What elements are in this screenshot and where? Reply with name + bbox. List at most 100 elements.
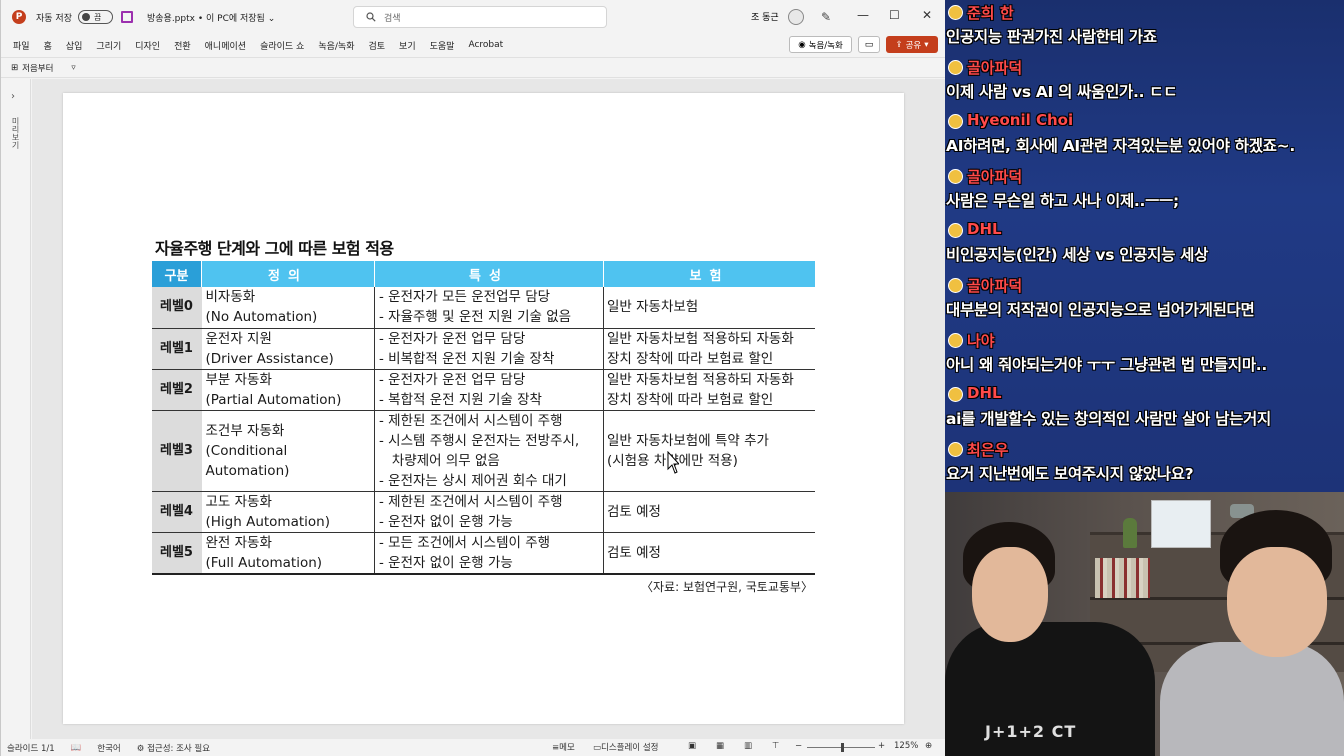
chat-username: DHL [967, 384, 1002, 403]
definition-line: (Driver Assistance) [205, 350, 334, 367]
insurance-line: 일반 자동차보험에 특약 추가 [607, 432, 769, 449]
slide-title[interactable]: 자율주행 단계와 그에 따른 보험 적용 [155, 235, 394, 259]
expand-pane-button[interactable]: › [11, 91, 15, 102]
insurance-cell: 검토 예정 [603, 491, 815, 533]
level-cell: 레벨2 [151, 369, 202, 411]
accessibility-label: 접근성: 조사 필요 [147, 743, 211, 754]
insurance-line: 장치 장착에 따라 보험료 할인 [607, 391, 774, 408]
menu-item[interactable]: 그리기 [89, 39, 128, 52]
chat-text: AI하려면, 회사에 AI관련 자격있는분 있어야 하겠죠~. [946, 137, 1295, 156]
webcam-feed: J+1+2 CT [945, 492, 1344, 756]
books [1095, 558, 1150, 598]
file-name[interactable]: 방송용.pptx • 이 PC에 저장됨 ⌄ [147, 11, 275, 24]
insurance-line: 일반 자동차보험 [607, 299, 699, 316]
slideshow-view-icon[interactable]: ⊤ [772, 741, 779, 751]
autosave-state: 끔 [93, 12, 102, 22]
header-definition: 정의 [201, 261, 375, 287]
pen-icon[interactable]: ✎ [821, 10, 831, 24]
menu-item[interactable]: 전환 [167, 39, 198, 52]
features-cell: - 운전자가 모든 운전업무 담당 - 자율주행 및 운전 지원 기술 없음 [374, 287, 604, 329]
features-cell: - 모든 조건에서 시스템이 주행 - 운전자 없이 운행 가능 [374, 532, 604, 575]
definition-line: (Full Automation) [205, 554, 323, 571]
screen: P 자동 저장 끔 방송용.pptx • 이 PC에 저장됨 ⌄ 검색 조 동근… [0, 0, 1344, 756]
accessibility-icon: ⚙ [136, 743, 145, 754]
chat-username: 준희 한 [967, 4, 1014, 22]
header-category: 구분 [151, 261, 202, 287]
menu-item[interactable]: 녹음/녹화 [311, 39, 361, 52]
chat-text: 아니 왜 줘야되는거야 ㅜㅜ 그냥관련 법 만들지마.. [946, 355, 1267, 374]
definition-cell: 부분 자동화 (Partial Automation) [201, 369, 375, 411]
display-settings-button[interactable]: ▭디스플레이 설정 [593, 741, 658, 753]
insurance-line: 검토 예정 [607, 544, 661, 561]
menu-item[interactable]: 도움말 [423, 39, 462, 52]
insurance-cell: 검토 예정 [603, 532, 815, 575]
save-icon[interactable] [120, 11, 133, 23]
record-button[interactable]: ◉ 녹음/녹화 [789, 36, 852, 53]
user-badge-icon [948, 59, 963, 75]
source-caption: 〈자료: 보험연구원, 국토교통부〉 [641, 580, 813, 594]
level-cell: 레벨4 [151, 491, 202, 533]
menu-item[interactable]: 파일 [1, 39, 37, 52]
insurance-cell: 일반 자동차보험에 특약 추가 (시험용 차량에만 적용) [603, 410, 815, 492]
language[interactable]: 한국어 [97, 742, 120, 754]
normal-view-icon[interactable]: ▣ [688, 741, 696, 751]
definition-line: 부분 자동화 [205, 371, 272, 388]
minimize-button[interactable]: — [857, 8, 869, 22]
user-badge-icon [948, 168, 963, 184]
insurance-cell: 일반 자동차보험 적용하되 자동화 장치 장착에 따라 보험료 할인 [603, 369, 815, 411]
menu-item[interactable]: 보기 [392, 39, 423, 52]
chat-username: Hyeonil Choi [967, 111, 1074, 130]
table-row: 레벨2 부분 자동화 (Partial Automation) - 운전자가 운전 업… [151, 369, 815, 411]
display-label: 디스플레이 설정 [601, 743, 659, 753]
zoom-slider-handle[interactable] [841, 743, 844, 752]
chat-message: 골아파덕 대부분의 저작권이 인공지능으로 넘어가게된다면 [945, 275, 1344, 329]
zoom-out-icon[interactable]: − [795, 741, 802, 751]
close-button[interactable]: ✕ [922, 8, 932, 22]
menu-item[interactable]: 디자인 [128, 39, 167, 52]
feature-line: - 제한된 조건에서 시스템이 주행 [379, 412, 563, 429]
definition-cell: 조건부 자동화 (Conditional Automation) [201, 410, 375, 492]
definition-cell: 고도 자동화 (High Automation) [201, 491, 375, 533]
insurance-line: (시험용 차량에만 적용) [607, 452, 738, 469]
comment-button[interactable]: ▭ [858, 36, 880, 53]
chat-message: 나야 아니 왜 줘야되는거야 ㅜㅜ 그냥관련 법 만들지마.. [945, 330, 1344, 384]
menu-item[interactable]: 삽입 [59, 39, 90, 52]
search-box[interactable]: 검색 [353, 6, 607, 28]
notes-button[interactable]: ≡메모 [552, 741, 575, 753]
feature-line: - 운전자 없이 운행 가능 [379, 513, 513, 530]
chat-message: 골아파덕 사람은 무슨일 하고 사나 이제..ㅡㅡ; [945, 166, 1344, 220]
menu-item[interactable]: 검토 [361, 39, 392, 52]
accessibility-status[interactable]: ⚙ 접근성: 조사 필요 [137, 742, 210, 754]
menu-item[interactable]: 슬라이드 쇼 [253, 39, 311, 52]
zoom-level[interactable]: 125% [894, 741, 918, 751]
definition-line: (No Automation) [205, 309, 318, 326]
slide-count: 슬라이드 1/1 [7, 743, 55, 754]
person-right-body [1160, 642, 1344, 756]
ribbon-dropdown-icon[interactable]: ▿ [71, 63, 75, 73]
menu-item[interactable]: 애니메이션 [198, 39, 253, 52]
reading-view-icon[interactable]: ▥ [744, 741, 752, 751]
slideshow-icon: ⊞ [11, 62, 19, 73]
user-badge-icon [948, 332, 963, 348]
chat-text: 이제 사람 vs AI 의 싸움인가.. ㄷㄷ [946, 82, 1178, 101]
autosave-toggle[interactable]: 끔 [77, 10, 113, 24]
menu-item[interactable]: Acrobat [461, 40, 510, 50]
insurance-table[interactable]: 구분 정의 특성 보험 레벨0 비자동화 (No Automation) - 운전자가… [151, 261, 815, 575]
feature-line: - 모든 조건에서 시스템이 주행 [379, 534, 551, 551]
maximize-button[interactable]: ☐ [889, 8, 900, 22]
feature-line: - 운전자 없이 운행 가능 [379, 554, 513, 571]
autosave-label: 자동 저장 [36, 13, 72, 24]
feature-line: 차량제어 의무 없음 [379, 452, 500, 469]
spellcheck-icon[interactable]: 📖 [71, 743, 82, 753]
feature-line: - 비복합적 운전 지원 기술 장착 [379, 350, 555, 367]
share-button[interactable]: ⇪ 공유 ▾ [886, 36, 938, 53]
avatar[interactable] [788, 9, 804, 25]
sorter-view-icon[interactable]: ▦ [716, 741, 724, 751]
fit-slide-icon[interactable]: ⊕ [925, 741, 932, 751]
menu-item[interactable]: 홈 [37, 39, 59, 52]
zoom-in-icon[interactable]: + [878, 741, 885, 751]
chat-text: 요거 지난번에도 보여주시지 않았나요? [946, 464, 1194, 483]
chat-message: Hyeonil Choi AI하려면, 회사에 AI관련 자격있는분 있어야 하겠… [945, 111, 1344, 165]
from-start-button[interactable]: 저음부터 [22, 62, 53, 74]
header-insurance: 보험 [603, 261, 815, 287]
